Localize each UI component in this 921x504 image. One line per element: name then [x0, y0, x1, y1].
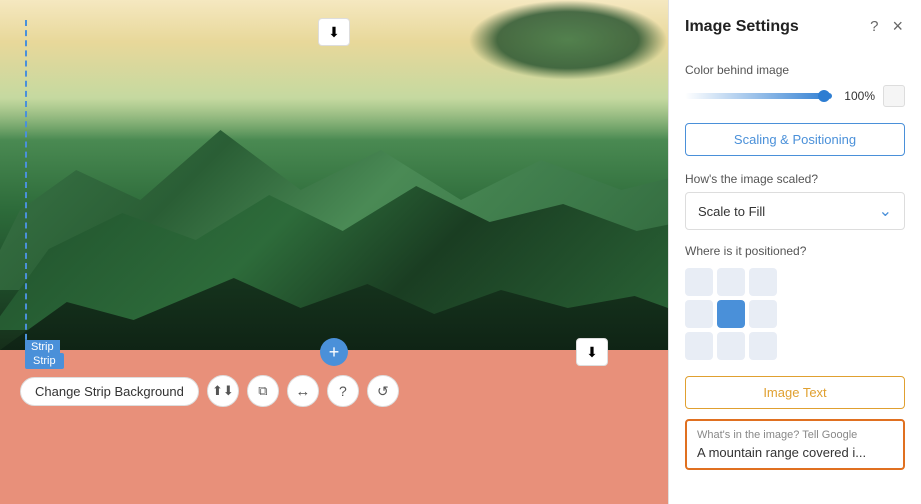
duplicate-icon-button[interactable]: ⧉	[247, 375, 279, 407]
color-swatch[interactable]	[883, 85, 905, 107]
alt-text-hint: What's in the image? Tell Google	[697, 429, 893, 441]
pos-cell-bot-right[interactable]	[749, 332, 777, 360]
plus-icon: +	[329, 343, 340, 361]
strip-area	[0, 350, 668, 504]
alt-text-box[interactable]: What's in the image? Tell Google A mount…	[685, 419, 905, 470]
panel-actions: ? ×	[868, 14, 905, 39]
scale-value: Scale to Fill	[698, 204, 765, 219]
pos-cell-top-left[interactable]	[685, 268, 713, 296]
panel-help-button[interactable]: ?	[868, 16, 880, 37]
close-icon: ×	[892, 16, 903, 36]
help-icon: ?	[339, 383, 347, 399]
pos-cell-top-right[interactable]	[749, 268, 777, 296]
pos-cell-mid-left[interactable]	[685, 300, 713, 328]
change-strip-background-button[interactable]: Change Strip Background	[20, 377, 199, 406]
slider-thumb	[818, 90, 830, 102]
help-icon-button[interactable]: ?	[327, 375, 359, 407]
download-button-top[interactable]: ⬇	[318, 18, 350, 46]
add-section-button[interactable]: +	[320, 338, 348, 366]
alt-text-value: A mountain range covered i...	[697, 445, 893, 460]
position-grid	[685, 268, 905, 360]
layers-icon: ⬆⬇	[212, 383, 234, 399]
opacity-value: 100%	[840, 89, 875, 103]
panel-body: Color behind image 100% Scaling & Positi…	[669, 51, 921, 482]
mountain-image	[0, 0, 668, 350]
color-row: 100%	[685, 85, 905, 107]
color-section-label: Color behind image	[685, 63, 905, 77]
toolbar: Change Strip Background ⬆⬇ ⧉ ↔ ? ↺	[20, 375, 399, 407]
download-icon-mid: ⬇	[586, 344, 598, 361]
chevron-down-icon: ⌄	[879, 201, 892, 221]
strip-label-badge: Strip	[25, 353, 64, 369]
panel-header: Image Settings ? ×	[669, 0, 921, 51]
layers-icon-button[interactable]: ⬆⬇	[207, 375, 239, 407]
pos-cell-top-center[interactable]	[717, 268, 745, 296]
panel-title: Image Settings	[685, 18, 799, 36]
swap-icon: ↔	[295, 383, 310, 400]
strip-label-top-badge: Strip	[25, 340, 60, 354]
foliage-top	[468, 0, 668, 80]
where-positioned-label: Where is it positioned?	[685, 244, 905, 258]
undo-icon-button[interactable]: ↺	[367, 375, 399, 407]
pos-cell-mid-center[interactable]	[717, 300, 745, 328]
how-scaled-label: How's the image scaled?	[685, 172, 905, 186]
duplicate-icon: ⧉	[258, 383, 267, 399]
pos-cell-bot-center[interactable]	[717, 332, 745, 360]
opacity-slider[interactable]	[685, 93, 832, 99]
panel-close-button[interactable]: ×	[890, 14, 905, 39]
scale-dropdown[interactable]: Scale to Fill ⌄	[685, 192, 905, 230]
scaling-positioning-button[interactable]: Scaling & Positioning	[685, 123, 905, 156]
download-icon-top: ⬇	[328, 24, 340, 41]
right-panel: Image Settings ? × Color behind image 10…	[668, 0, 921, 504]
pos-cell-mid-right[interactable]	[749, 300, 777, 328]
question-mark-icon: ?	[870, 18, 878, 35]
undo-icon: ↺	[377, 383, 389, 400]
canvas-area: Strip Strip ⬇ + ⬇ Change Strip Backgroun…	[0, 0, 668, 504]
download-button-mid[interactable]: ⬇	[576, 338, 608, 366]
pos-cell-bot-left[interactable]	[685, 332, 713, 360]
image-text-tab-button[interactable]: Image Text	[685, 376, 905, 409]
swap-icon-button[interactable]: ↔	[287, 375, 319, 407]
